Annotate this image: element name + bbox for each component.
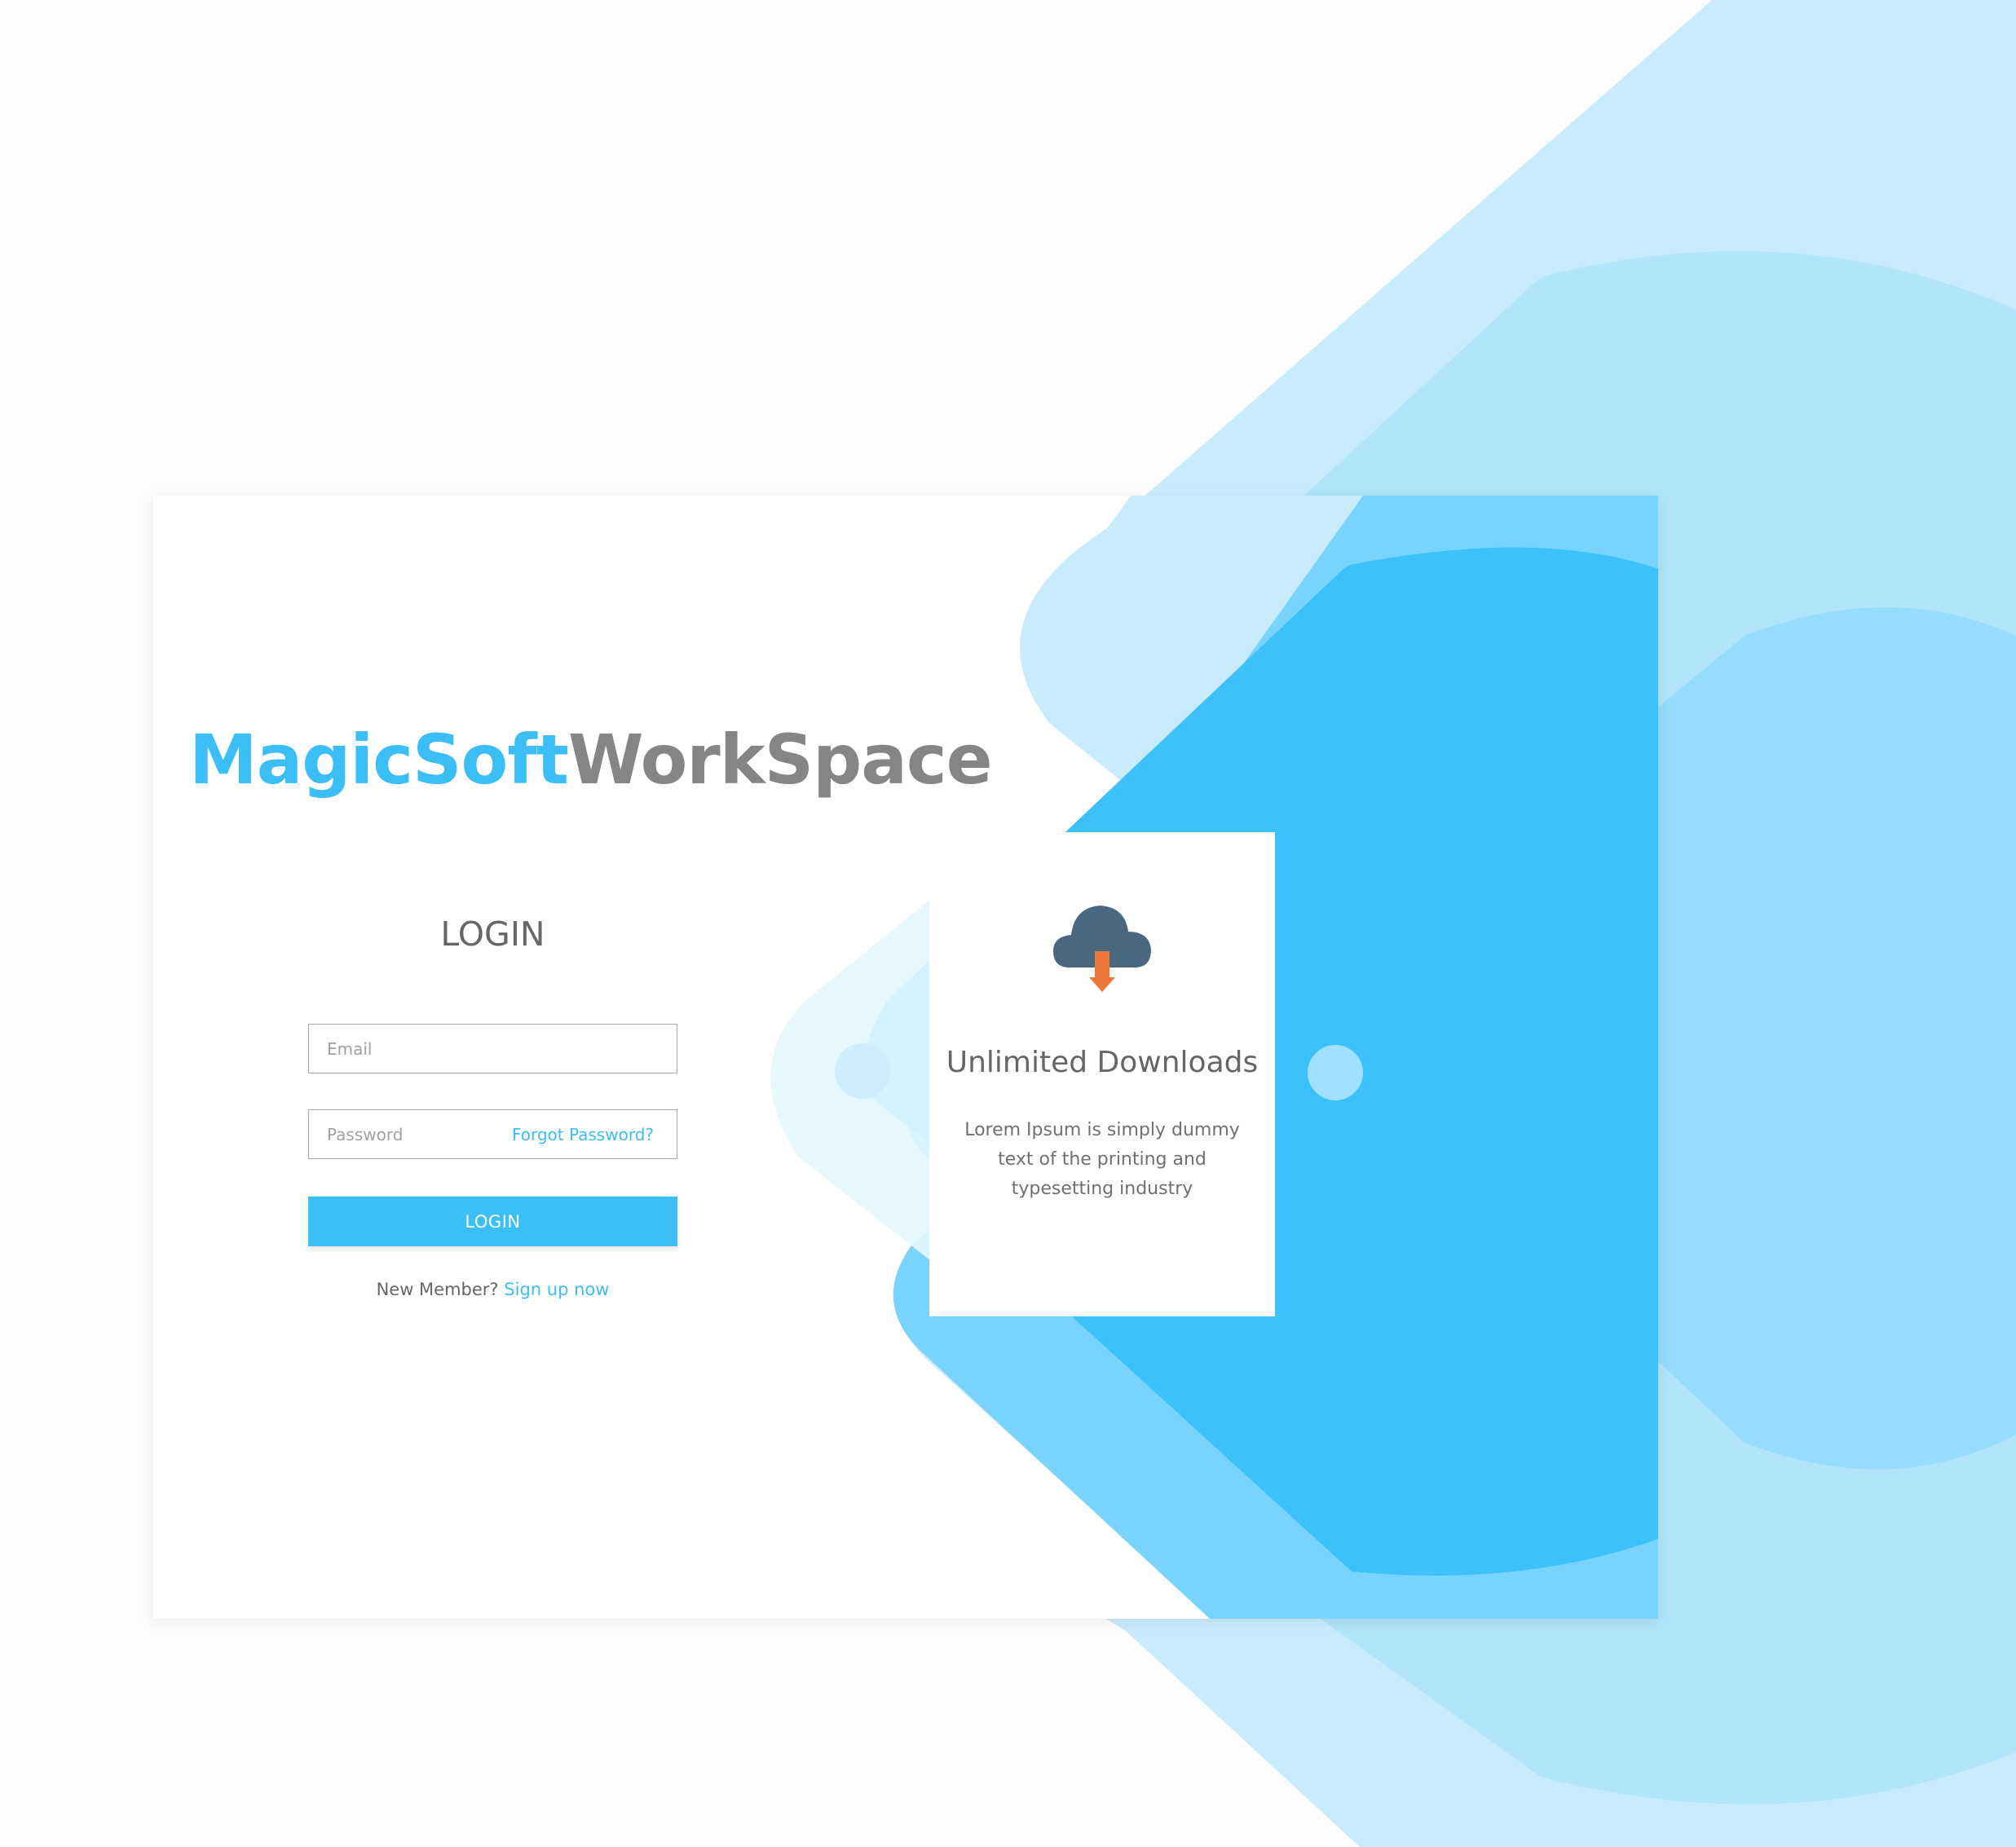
brand-name-part-1: MagicSoft [189, 720, 569, 800]
arrow-head [1089, 977, 1115, 992]
feature-title: Unlimited Downloads [946, 1046, 1259, 1079]
signup-link[interactable]: Sign up now [504, 1280, 609, 1299]
forgot-password-link[interactable]: Forgot Password? [512, 1125, 654, 1144]
login-heading: LOGIN [440, 915, 545, 954]
decor-circle-right [1308, 1045, 1363, 1100]
brand-name-part-2: WorkSpace [567, 720, 993, 800]
login-card: MagicSoftWorkSpace LOGIN Forgot Password… [153, 496, 1658, 1619]
password-field-container: Forgot Password? [308, 1109, 677, 1159]
decor-circle-left [835, 1043, 890, 1099]
email-input[interactable] [309, 1025, 677, 1073]
arrow-shaft [1095, 951, 1109, 981]
feature-description: Lorem Ipsum is simply dummy text of the … [964, 1120, 1240, 1199]
signup-prompt: New Member? Sign up now [308, 1280, 677, 1299]
login-button[interactable]: LOGIN [308, 1197, 677, 1246]
email-field-container [308, 1024, 677, 1073]
brand-logo: MagicSoftWorkSpace [189, 719, 993, 801]
feature-card: Unlimited Downloads Lorem Ipsum is simpl… [929, 832, 1275, 1316]
cloud-download-icon [1053, 906, 1151, 992]
new-member-text: New Member? [376, 1280, 499, 1299]
